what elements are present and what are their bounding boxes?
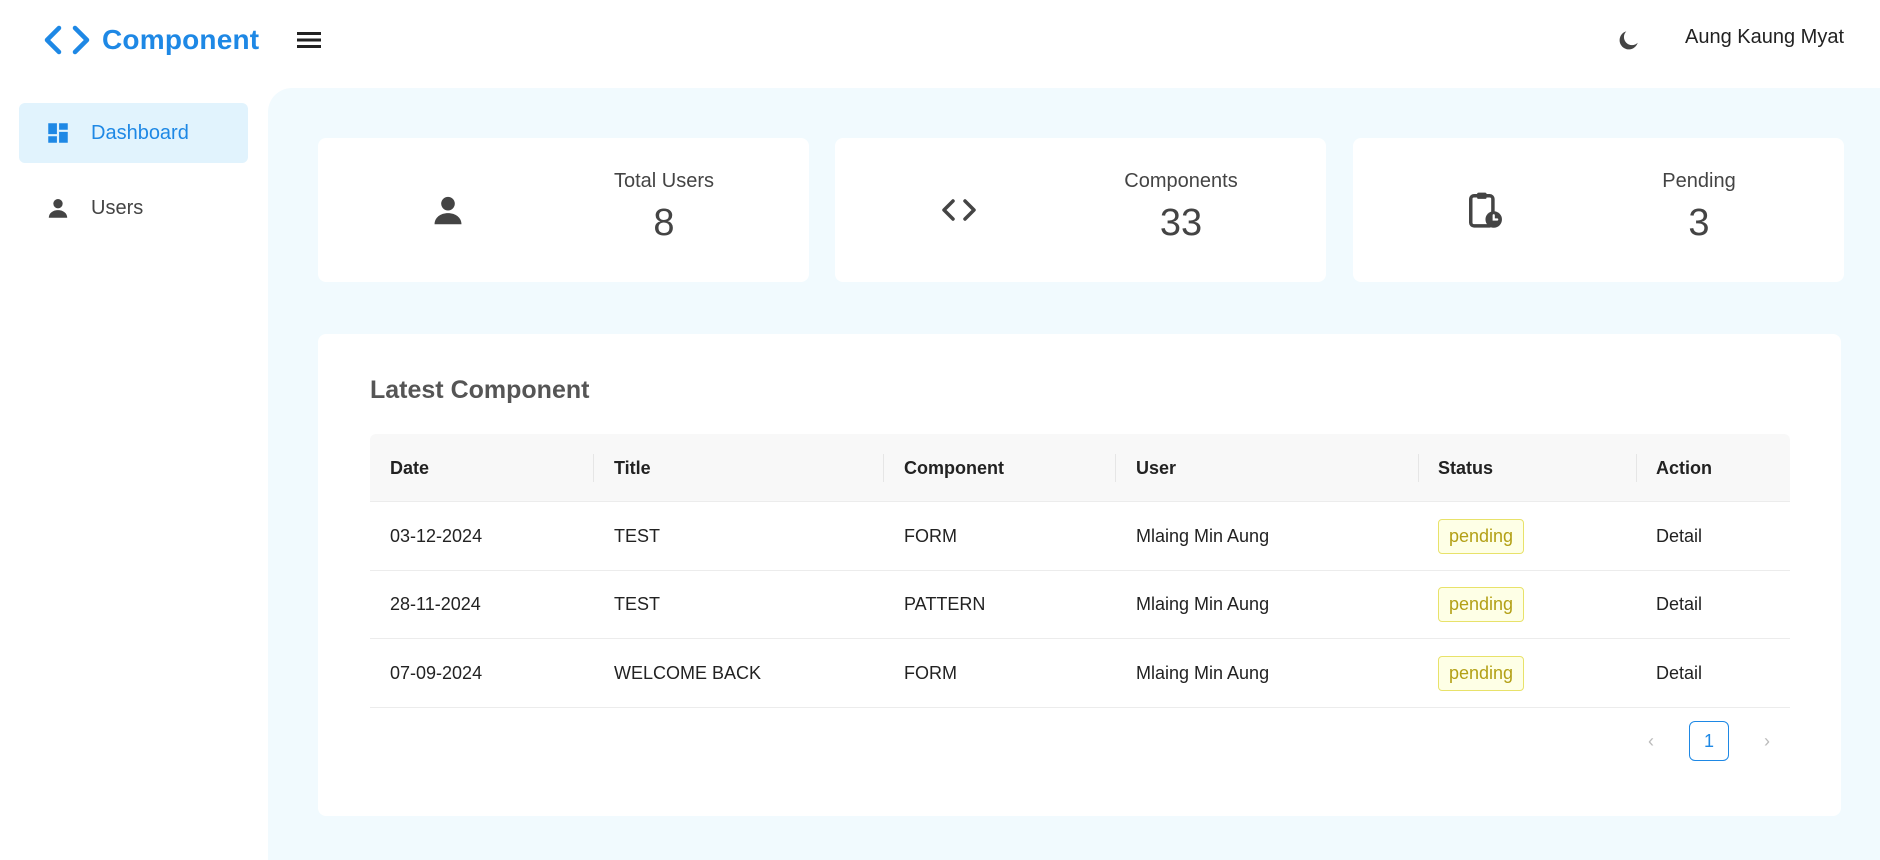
column-header-date[interactable]: Date <box>390 434 429 502</box>
stat-label: Total Users <box>613 170 715 192</box>
cell-component: FORM <box>904 662 957 683</box>
dashboard-icon <box>48 123 68 143</box>
hamburger-icon <box>297 32 321 48</box>
column-header-title[interactable]: Title <box>614 434 651 502</box>
component-table: Date Title Component User Status Action … <box>370 434 1790 708</box>
status-badge: pending <box>1438 655 1525 691</box>
main-content: Total Users 8 Components 33 Pending 3 La… <box>268 88 1880 860</box>
cell-date: 07-09-2024 <box>390 662 483 683</box>
status-cell: pending <box>1438 502 1525 570</box>
cell-date: 28-11-2024 <box>390 594 481 614</box>
column-header-action: Action <box>1656 457 1712 478</box>
column-header-status[interactable]: Status <box>1438 434 1493 502</box>
detail-link[interactable]: Detail <box>1656 571 1702 639</box>
stat-label: Pending <box>1662 170 1736 192</box>
sidebar-item-dashboard[interactable]: Dashboard <box>19 103 248 163</box>
pagination: ‹ 1 › <box>1637 721 1781 761</box>
brand-logo[interactable]: Component <box>42 20 259 60</box>
theme-toggle-button[interactable] <box>1613 24 1645 56</box>
code-brackets-icon <box>44 25 90 55</box>
stat-value: 33 <box>1159 202 1203 244</box>
stat-card-components: Components 33 <box>835 138 1326 282</box>
status-badge: pending <box>1438 587 1525 622</box>
detail-link[interactable]: Detail <box>1656 639 1702 707</box>
column-divider <box>1636 454 1637 482</box>
cell-title: TEST <box>614 594 661 614</box>
brand-name: Component <box>102 24 260 55</box>
moon-icon <box>1619 31 1638 50</box>
stat-value: 8 <box>653 202 675 244</box>
sidebar: Dashboard Users <box>0 80 268 860</box>
table-row: 28-11-2024 TEST PATTERN Mlaing Min Aung … <box>370 571 1790 639</box>
status-badge: pending <box>1438 518 1525 554</box>
latest-component-card: Latest Component Date Title Component Us… <box>318 334 1841 816</box>
menu-toggle-button[interactable] <box>294 26 324 54</box>
table-row: 03-12-2024 TEST FORM Mlaing Min Aung pen… <box>370 502 1790 571</box>
clipboard-clock-icon <box>1465 190 1505 230</box>
stat-card-pending: Pending 3 <box>1353 138 1844 282</box>
stat-card-total-users: Total Users 8 <box>318 138 809 282</box>
prev-page-button[interactable]: ‹ <box>1637 727 1665 755</box>
column-divider <box>1418 454 1419 482</box>
cell-user: Mlaing Min Aung <box>1136 525 1270 546</box>
stat-label: Components <box>1124 170 1238 192</box>
stat-value: 3 <box>1688 202 1710 244</box>
person-icon <box>428 190 468 230</box>
cell-title: TEST <box>614 525 661 546</box>
status-cell: pending <box>1438 571 1525 639</box>
column-divider <box>883 454 884 482</box>
sidebar-item-users[interactable]: Users <box>19 178 248 238</box>
detail-link[interactable]: Detail <box>1656 502 1702 570</box>
status-cell: pending <box>1438 639 1525 707</box>
section-title: Latest Component <box>370 376 590 404</box>
cell-user: Mlaing Min Aung <box>1136 594 1270 614</box>
cell-component: FORM <box>904 525 957 546</box>
column-divider <box>593 454 594 482</box>
page-1-button[interactable]: 1 <box>1689 721 1729 761</box>
column-divider <box>1115 454 1116 482</box>
user-name[interactable]: Aung Kaung Myat <box>1685 26 1844 49</box>
sidebar-item-label: Dashboard <box>91 121 189 144</box>
cell-component: PATTERN <box>904 594 986 614</box>
top-header: Component Aung Kaung Myat <box>0 0 1880 80</box>
cell-title: WELCOME BACK <box>614 662 762 683</box>
next-page-button[interactable]: › <box>1753 727 1781 755</box>
cell-date: 03-12-2024 <box>390 525 483 546</box>
column-header-component[interactable]: Component <box>904 434 1004 502</box>
cell-user: Mlaing Min Aung <box>1136 662 1270 683</box>
person-icon <box>48 199 68 218</box>
table-header: Date Title Component User Status Action <box>370 434 1790 502</box>
code-icon <box>939 190 979 230</box>
column-header-user[interactable]: User <box>1136 434 1176 502</box>
table-row: 07-09-2024 WELCOME BACK FORM Mlaing Min … <box>370 639 1790 708</box>
sidebar-item-label: Users <box>91 196 144 219</box>
